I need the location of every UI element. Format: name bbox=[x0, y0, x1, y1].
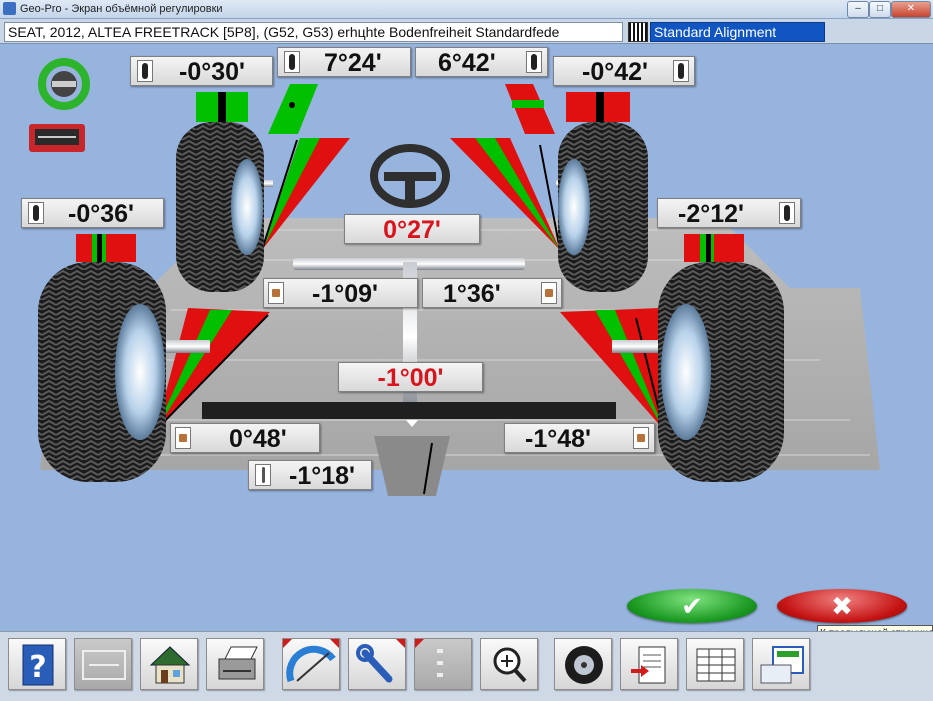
suspension-icon bbox=[175, 427, 191, 449]
print-button[interactable] bbox=[206, 638, 264, 690]
toe-icon bbox=[284, 51, 300, 73]
rear-left-toe-box[interactable]: 0°48' bbox=[170, 423, 320, 453]
rear-right-camber-value: -2°12' bbox=[678, 200, 744, 228]
thrust-angle-box[interactable]: -1°18' bbox=[248, 460, 372, 490]
alignment-scene bbox=[29, 58, 880, 496]
front-right-camber-value: -0°42' bbox=[582, 58, 648, 86]
front-right-toe-box[interactable]: 6°42' bbox=[415, 47, 548, 77]
rear-right-toe-box[interactable]: -1°48' bbox=[504, 423, 655, 453]
sensor-device-icon bbox=[29, 124, 85, 152]
measure-button[interactable] bbox=[282, 638, 340, 690]
steering-level-icon bbox=[38, 58, 90, 110]
vehicle-info: SEAT, 2012, ALTEA FREETRACK [5P8], (G52,… bbox=[4, 22, 623, 42]
front-right-toe-value: 6°42' bbox=[438, 49, 496, 77]
wrench-icon bbox=[356, 644, 393, 683]
thrust-icon bbox=[255, 464, 271, 486]
wheel-button[interactable] bbox=[554, 638, 612, 690]
rear-left-toe-value: 0°48' bbox=[229, 425, 287, 453]
help-button[interactable]: ? bbox=[8, 638, 66, 690]
minimize-button[interactable]: – bbox=[847, 1, 869, 18]
front-right-camber-box[interactable]: -0°42' bbox=[553, 56, 695, 86]
thrust-marker bbox=[374, 436, 450, 496]
previous-page-icon bbox=[760, 646, 804, 684]
home-button[interactable] bbox=[140, 638, 198, 690]
front-left-toe-value: 7°24' bbox=[324, 49, 382, 77]
wheel-front-left bbox=[176, 122, 264, 292]
camber-icon bbox=[137, 60, 153, 82]
suspension-icon bbox=[633, 427, 649, 449]
protractor-icon bbox=[286, 645, 336, 683]
zoom-button[interactable] bbox=[480, 638, 538, 690]
steps-icon bbox=[437, 649, 443, 677]
rear-total-toe-box[interactable]: -1°00' bbox=[338, 362, 483, 392]
close-window-button[interactable]: ✕ bbox=[891, 1, 931, 18]
cross-icon: ✖ bbox=[831, 591, 853, 621]
rear-left-camber-value: -0°36' bbox=[68, 200, 134, 228]
blank-screen-icon bbox=[82, 650, 126, 680]
screen-button[interactable] bbox=[74, 638, 132, 690]
ok-button[interactable]: ✔ bbox=[627, 589, 757, 623]
wheel-rear-left bbox=[38, 262, 166, 482]
front-left-toe-box[interactable]: 7°24' bbox=[277, 47, 411, 77]
help-icon: ? bbox=[22, 644, 54, 686]
suspension-icon bbox=[541, 282, 557, 304]
cancel-button[interactable]: ✖ bbox=[777, 589, 907, 623]
rear-right-toe-value: -1°48' bbox=[525, 425, 591, 453]
front-left-caster-box[interactable]: -1°09' bbox=[263, 278, 418, 308]
wheel-rear-right bbox=[658, 262, 784, 482]
camber-icon bbox=[779, 202, 795, 224]
adjust-button[interactable] bbox=[348, 638, 406, 690]
report-button[interactable] bbox=[620, 638, 678, 690]
alignment-mode: Standard Alignment bbox=[650, 22, 825, 42]
database-icon bbox=[696, 648, 736, 682]
front-right-caster-box[interactable]: 1°36' bbox=[422, 278, 562, 308]
wheel-front-right bbox=[558, 122, 648, 292]
checkmark-icon: ✔ bbox=[681, 591, 703, 621]
front-left-camber-value: -0°30' bbox=[179, 58, 245, 86]
svg-text:?: ? bbox=[29, 650, 46, 685]
camber-icon bbox=[673, 60, 689, 82]
app-icon bbox=[3, 2, 16, 15]
camber-icon bbox=[28, 202, 44, 224]
rear-left-camber-box[interactable]: -0°36' bbox=[21, 198, 164, 228]
thrust-angle-value: -1°18' bbox=[289, 462, 355, 490]
front-right-caster-value: 1°36' bbox=[443, 280, 501, 308]
barcode-icon bbox=[628, 22, 648, 42]
front-left-caster-value: -1°09' bbox=[312, 280, 378, 308]
front-total-toe-box[interactable]: 0°27' bbox=[344, 214, 480, 244]
printer-icon bbox=[218, 646, 258, 680]
zoom-in-icon bbox=[493, 647, 527, 683]
suspension-icon bbox=[268, 282, 284, 304]
report-icon bbox=[631, 646, 666, 684]
toe-icon bbox=[526, 51, 542, 73]
previous-page-button[interactable] bbox=[752, 638, 810, 690]
wheel-icon bbox=[565, 646, 603, 684]
front-left-camber-box[interactable]: -0°30' bbox=[130, 56, 273, 86]
database-button[interactable] bbox=[686, 638, 744, 690]
window-titlebar: Geo-Pro - Экран объёмной регулировки – □… bbox=[0, 0, 933, 19]
rear-right-camber-box[interactable]: -2°12' bbox=[657, 198, 801, 228]
steering-wheel-icon bbox=[370, 144, 450, 208]
maximize-button[interactable]: □ bbox=[869, 1, 891, 18]
home-icon bbox=[149, 646, 191, 684]
window-title: Geo-Pro - Экран объёмной регулировки bbox=[20, 3, 223, 15]
steps-button[interactable] bbox=[414, 638, 472, 690]
